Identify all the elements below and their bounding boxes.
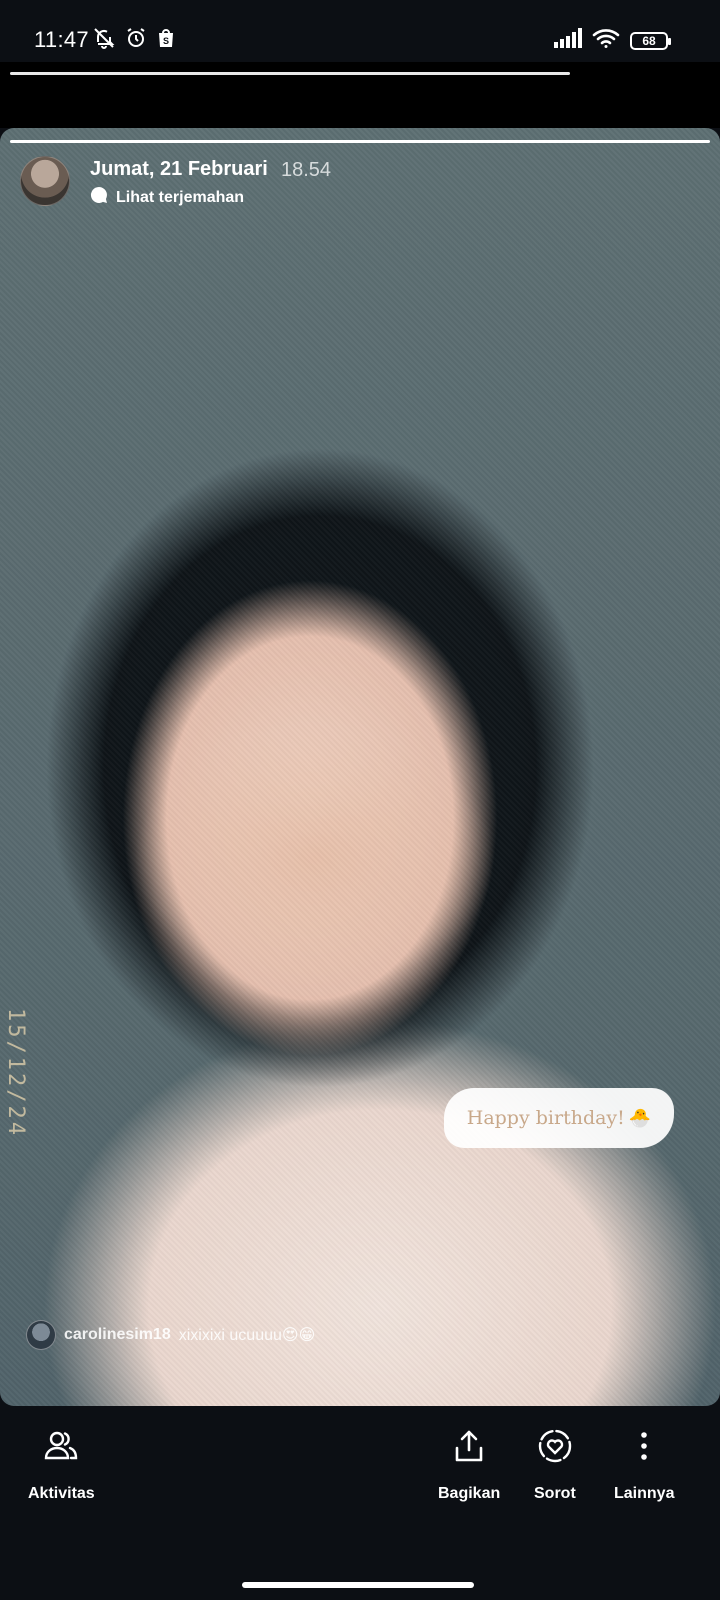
comment-avatar bbox=[26, 1320, 56, 1350]
comment-username: carolinesim18 bbox=[64, 1326, 171, 1343]
activity-label: Aktivitas bbox=[28, 1485, 95, 1502]
comment-text: xixixixi ucuuuu😍😁 bbox=[178, 1327, 316, 1344]
home-indicator[interactable] bbox=[242, 1582, 474, 1588]
bottom-action-bar bbox=[0, 1406, 720, 1600]
shopee-icon: S bbox=[156, 27, 176, 54]
highlight-heart-icon bbox=[535, 1426, 575, 1471]
mute-notification-icon bbox=[92, 26, 116, 55]
chat-bubble-icon bbox=[90, 186, 108, 209]
see-translation-link[interactable]: Lihat terjemahan bbox=[90, 186, 244, 209]
highlight-button[interactable]: Sorot bbox=[534, 1426, 576, 1503]
story-date[interactable]: Jumat, 21 Februari bbox=[90, 158, 268, 181]
chick-emoji: 🐣 bbox=[628, 1107, 652, 1128]
story-time: 18.54 bbox=[281, 159, 332, 181]
wifi-icon bbox=[592, 27, 620, 54]
more-label: Lainnya bbox=[614, 1485, 675, 1502]
previous-story-progress bbox=[10, 72, 570, 75]
battery-level: 68 bbox=[642, 33, 656, 48]
status-time: 11:47 bbox=[34, 27, 89, 52]
status-icons-right: 68 bbox=[554, 27, 671, 54]
activity-button[interactable]: Aktivitas bbox=[28, 1426, 95, 1503]
battery-icon: 68 bbox=[630, 31, 671, 50]
avatar[interactable] bbox=[20, 156, 70, 206]
see-translation-label: Lihat terjemahan bbox=[116, 188, 245, 206]
signal-icon bbox=[554, 28, 582, 53]
birthday-sticker: Happy birthday! 🐣 bbox=[444, 1088, 674, 1148]
more-vertical-icon bbox=[624, 1426, 664, 1471]
highlight-label: Sorot bbox=[534, 1485, 576, 1502]
share-icon bbox=[449, 1426, 489, 1471]
status-icons-left: S bbox=[92, 26, 176, 55]
share-button[interactable]: Bagikan bbox=[438, 1426, 500, 1503]
story-progress-fill bbox=[10, 140, 710, 143]
story-viewer[interactable]: Jumat, 21 Februari 18.54 Lihat terjemaha… bbox=[0, 128, 720, 1406]
svg-text:S: S bbox=[163, 36, 169, 46]
photo-date-stamp: 15/12/24 bbox=[3, 1008, 28, 1138]
more-button[interactable]: Lainnya bbox=[614, 1426, 674, 1503]
alarm-icon bbox=[124, 26, 148, 55]
story-progress-bar bbox=[10, 140, 710, 143]
status-bar: 11:47 S 68 bbox=[0, 0, 720, 62]
people-icon bbox=[41, 1426, 81, 1471]
sticker-text: Happy birthday! bbox=[466, 1107, 625, 1129]
share-label: Bagikan bbox=[438, 1485, 501, 1502]
story-background bbox=[0, 128, 720, 1406]
story-comment[interactable]: carolinesim18 xixixixi ucuuuu😍😁 bbox=[26, 1320, 315, 1350]
